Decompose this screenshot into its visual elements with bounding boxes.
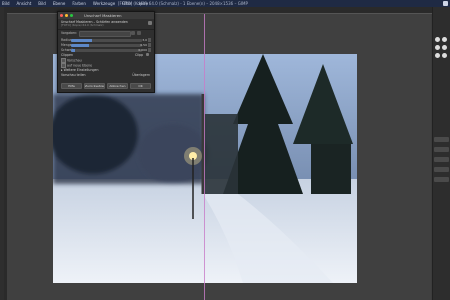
close-icon[interactable] — [60, 14, 63, 17]
brush-icon[interactable] — [442, 45, 447, 50]
chevron-right-icon: ▸ — [61, 68, 63, 72]
presets-row: Vorgaben: — [61, 31, 151, 37]
menu-item-image-2[interactable]: Bild — [38, 1, 46, 6]
split-view-value[interactable]: Überlagern — [132, 73, 150, 77]
minimize-icon[interactable] — [65, 14, 68, 17]
status-icon[interactable] — [443, 1, 448, 6]
threshold-fill — [71, 49, 75, 52]
dialog-header-subtitle: [FOTO] (Kopie) 64.0 (Schmalz) — [61, 23, 104, 27]
cancel-button[interactable]: Abbrechen — [107, 83, 128, 89]
menu-item-view[interactable]: Ansicht — [17, 1, 32, 6]
menu-item-image[interactable]: Bild — [2, 1, 10, 6]
merge-checkbox-label: auf neue Ebene — [67, 63, 93, 68]
maximize-icon[interactable] — [70, 14, 73, 17]
chevron-down-icon[interactable] — [146, 53, 149, 56]
radius-spinner[interactable] — [148, 38, 151, 42]
dock-button[interactable] — [434, 177, 449, 182]
threshold-spinner[interactable] — [148, 48, 151, 52]
brush-icon[interactable] — [435, 37, 440, 42]
clipping-label: Clippen — [61, 53, 74, 57]
brush-icon[interactable] — [442, 37, 447, 42]
threshold-value[interactable]: 0,000 — [138, 48, 147, 52]
brush-icon[interactable] — [435, 53, 440, 58]
presets-dropdown[interactable] — [79, 31, 131, 37]
split-view-row[interactable]: Vorschau teilen Überlagern — [61, 73, 151, 78]
brush-icon[interactable] — [435, 45, 440, 50]
preview-checkbox-label: Vorschau — [67, 58, 82, 63]
advanced-expander-label: Weitere Einstellungen — [63, 68, 99, 72]
window-title: [FOTO] (Kopie) 64.0 (Schmalz) - 1 Ebene(… — [118, 1, 248, 6]
help-button[interactable]: Hilfe — [61, 83, 82, 89]
split-view-label: Vorschau teilen — [61, 73, 86, 77]
preset-menu-icon[interactable] — [137, 31, 141, 35]
radius-value[interactable]: 3,0 — [142, 38, 147, 42]
amount-fill — [71, 44, 89, 47]
dialog-buttons: Hilfe Zurücksetzen Abbrechen OK — [61, 83, 151, 89]
menu-item-tools[interactable]: Werkzeuge — [93, 1, 115, 6]
unsharp-mask-dialog: Unscharf Maskieren Unscharf Maskieren – … — [57, 11, 155, 93]
right-dock — [432, 7, 450, 300]
brush-icon[interactable] — [442, 53, 447, 58]
add-preset-icon[interactable] — [131, 31, 135, 35]
dialog-header: Unscharf Maskieren – Schärfen anwenden [… — [58, 19, 154, 30]
dock-button[interactable] — [434, 137, 449, 142]
radius-fill — [71, 39, 93, 42]
dock-button[interactable] — [434, 147, 449, 152]
dialog-titlebar[interactable]: Unscharf Maskieren — [58, 12, 154, 19]
preview-split-line[interactable] — [204, 14, 205, 300]
clipping-value[interactable]: Clipp — [135, 53, 143, 57]
menu-item-colors[interactable]: Farben — [72, 1, 86, 6]
dock-button[interactable] — [434, 157, 449, 162]
filter-icon — [148, 21, 152, 25]
ok-button[interactable]: OK — [130, 83, 151, 89]
amount-value[interactable]: 0,50 — [140, 43, 147, 47]
presets-label: Vorgaben: — [61, 31, 78, 35]
dialog-title: Unscharf Maskieren — [84, 13, 122, 18]
menu-bar: Bild Ansicht Bild Ebene Farben Werkzeuge… — [0, 0, 450, 7]
reset-button[interactable]: Zurücksetzen — [84, 83, 105, 89]
dock-button[interactable] — [434, 167, 449, 172]
amount-spinner[interactable] — [148, 43, 151, 47]
menu-item-layer[interactable]: Ebene — [53, 1, 66, 6]
